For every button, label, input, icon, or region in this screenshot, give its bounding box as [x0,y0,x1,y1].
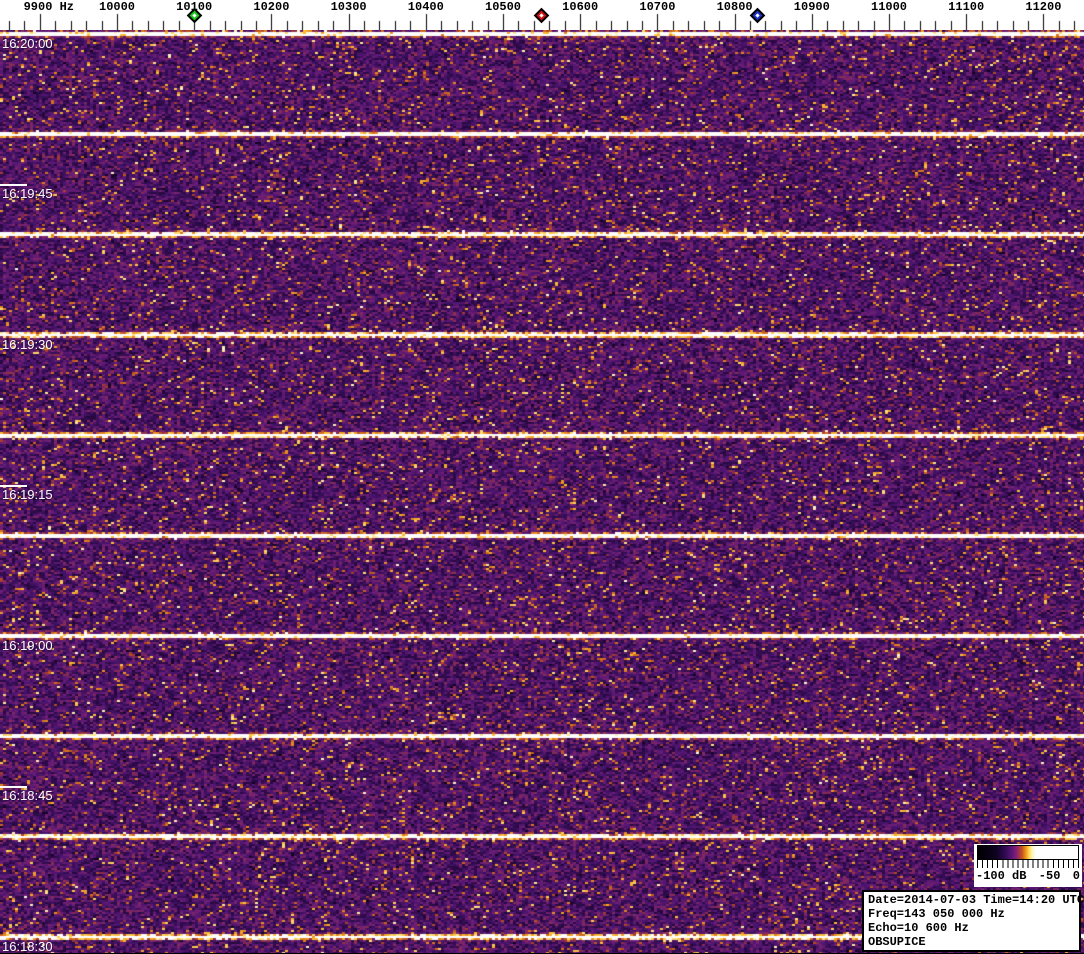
freq-tick-label: 10800 [716,0,753,14]
marker-center-dot [539,13,544,18]
colorbar-label-mid: -50 [1038,868,1061,883]
freq-tick-label: 10900 [793,0,830,14]
colorbar-legend: -100 dB -50 0 [974,844,1082,887]
info-date-time: Date=2014-07-03 Time=14:20 UTC [868,893,1084,907]
freq-tick-label: 11000 [870,0,908,14]
marker-center-dot [755,13,760,18]
meteor-echo-spectrogram-screen: 9900 Hz100001010010200103001040010500106… [0,0,1084,953]
observation-info-box: Date=2014-07-03 Time=14:20 UTC Freq=143 … [862,890,1084,952]
freq-tick-label: 10300 [330,0,367,14]
time-tick-label: 16:19:15 [2,487,53,502]
freq-tick-label: 10700 [639,0,676,14]
freq-tick-label: 10400 [407,0,444,14]
waterfall-plot-area: 16:20:00 16:19:45 16:19:30 16:19:15 16:19:00… [0,30,1084,953]
spectrogram-canvas [0,30,1084,953]
colorbar-label-max: 0 [1072,868,1080,883]
info-frequency: Freq=143 050 000 Hz [868,907,1005,921]
info-echo-offset: Echo=10 600 Hz [868,921,969,935]
info-station-name: OBSUPICE [868,935,926,949]
freq-tick-label: 10000 [98,0,136,14]
time-tick-label: 16:20:00 [2,35,53,51]
freq-tick-label: 10200 [253,0,290,14]
freq-tick-label: 11100 [948,0,985,14]
colorbar-labels: -100 dB -50 0 [974,868,1082,883]
time-tick-label: 16:19:00 [2,637,53,653]
freq-tick-label: 10500 [484,0,522,14]
time-tick-label: 16:18:30 [2,938,53,954]
time-tick-label: 16:19:30 [2,336,53,352]
marker-center-dot [192,13,197,18]
time-tick-label: 16:19:45 [2,186,53,201]
time-tick-label: 16:18:45 [2,788,53,803]
colorbar-ticks [977,860,1079,868]
colorbar-label-min: -100 dB [976,868,1027,883]
freq-tick-label: 9900 Hz [23,0,75,14]
colorbar-gradient [977,845,1079,860]
freq-tick-label: 10600 [562,0,599,14]
frequency-ruler: 9900 Hz100001010010200103001040010500106… [0,0,1084,30]
freq-tick-label: 11200 [1025,0,1062,14]
